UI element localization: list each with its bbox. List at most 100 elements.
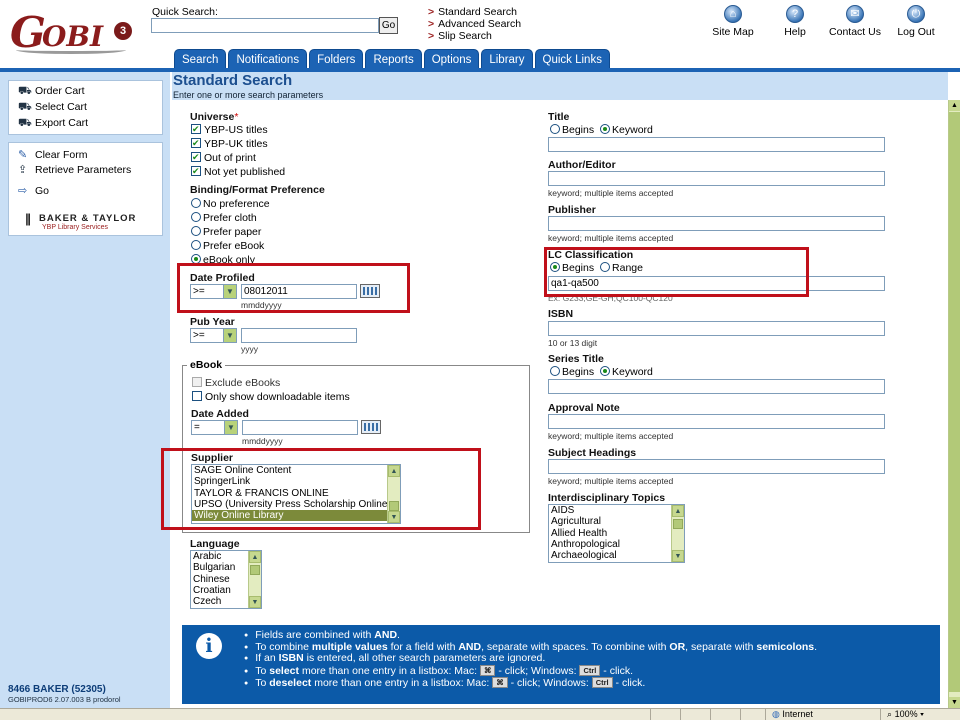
tab-library[interactable]: Library [481, 49, 533, 68]
scroll-down-icon[interactable]: ▼ [249, 596, 261, 608]
order-cart-link[interactable]: ⛟ Order Cart [9, 83, 162, 99]
date-added-operator[interactable]: = ▼ [191, 420, 238, 435]
series-title-input[interactable] [548, 379, 885, 394]
universe-ybp-uk[interactable]: YBP-UK titles [191, 136, 268, 151]
scroll-thumb[interactable] [949, 112, 960, 692]
universe-ybp-us[interactable]: YBP-US titles [191, 122, 268, 137]
listbox-scrollbar[interactable]: ▲ ▼ [248, 551, 261, 608]
tab-notifications[interactable]: Notifications [228, 49, 308, 68]
topic-option[interactable]: AIDS [549, 505, 684, 516]
radio[interactable] [191, 226, 201, 236]
date-added-input[interactable] [242, 420, 358, 435]
checkbox[interactable] [192, 391, 202, 401]
radio[interactable] [600, 366, 611, 376]
isbn-input[interactable] [548, 321, 885, 336]
advanced-search-link[interactable]: > Advanced Search [428, 18, 521, 30]
checkbox-label: Only show downloadable items [205, 391, 350, 403]
go-link[interactable]: ⇨ Go [9, 183, 162, 199]
scroll-down-icon[interactable]: ▼ [949, 697, 960, 708]
author-input[interactable] [548, 171, 885, 186]
subject-headings-hint: keyword; multiple items accepted [548, 476, 674, 486]
topic-option[interactable]: Archaeological [549, 550, 684, 561]
tab-quick-links[interactable]: Quick Links [534, 49, 610, 68]
checkbox[interactable] [191, 136, 201, 150]
scroll-thumb[interactable] [250, 565, 260, 575]
calendar-icon[interactable] [361, 420, 381, 434]
site-map-button[interactable]: ⌂ Site Map [698, 5, 768, 38]
slip-search-link[interactable]: > Slip Search [428, 30, 521, 42]
subject-headings-input[interactable] [548, 459, 885, 474]
item-label: Export Cart [35, 117, 89, 129]
page-scrollbar[interactable]: ▲ ▼ [948, 100, 960, 708]
select-cart-link[interactable]: ⛟ Select Cart [9, 99, 162, 115]
info-text: for a field with [387, 640, 459, 653]
clear-form-link[interactable]: ✎ Clear Form [9, 147, 162, 163]
zone-label: Internet [782, 709, 813, 719]
header: G OBI 3 Quick Search: Go > Standard Searc… [0, 0, 960, 68]
author-hint: keyword; multiple items accepted [548, 188, 674, 198]
tab-reports[interactable]: Reports [365, 49, 422, 68]
standard-search-link[interactable]: > Standard Search [428, 6, 521, 18]
binding-prefer-cloth[interactable]: Prefer cloth [191, 211, 257, 225]
title-input[interactable] [548, 137, 885, 152]
highlight-date-profiled [177, 263, 410, 313]
binding-prefer-paper[interactable]: Prefer paper [191, 225, 261, 239]
logo-swoosh [16, 46, 126, 54]
info-text: . [397, 629, 400, 641]
bt-logo-sub: YBP Library Services [42, 224, 109, 231]
radio[interactable] [191, 212, 201, 222]
tab-search[interactable]: Search [174, 49, 227, 68]
exclude-ebooks-option[interactable]: Exclude eBooks [192, 376, 280, 390]
universe-out-of-print[interactable]: Out of print [191, 150, 256, 165]
keyboard-key-icon: Ctrl [579, 664, 601, 676]
scroll-up-icon[interactable]: ▲ [949, 100, 960, 111]
tab-options[interactable]: Options [423, 49, 480, 68]
only-downloadable-option[interactable]: Only show downloadable items [192, 390, 350, 404]
log-out-button[interactable]: ⏻ Log Out [881, 5, 951, 38]
language-listbox[interactable]: Arabic Bulgarian Chinese Croatian Czech … [190, 550, 262, 609]
quick-search-input[interactable] [151, 18, 379, 33]
radio[interactable] [191, 198, 201, 208]
checkbox[interactable] [192, 377, 202, 387]
contact-us-button[interactable]: ✉ Contact Us [820, 5, 890, 38]
topic-option[interactable]: Allied Health [549, 528, 684, 539]
publisher-input[interactable] [548, 216, 885, 231]
retrieve-parameters-link[interactable]: ⇪ Retrieve Parameters [9, 162, 162, 178]
quick-search-go-button[interactable]: Go [379, 17, 398, 34]
radio[interactable] [550, 366, 560, 376]
checkbox[interactable] [191, 150, 201, 164]
subject-headings-label: Subject Headings [548, 447, 637, 459]
scroll-up-icon[interactable]: ▲ [249, 551, 261, 563]
info-text: ISBN [278, 652, 304, 665]
pub-year-operator[interactable]: >= ▼ [190, 328, 237, 343]
binding-prefer-ebook[interactable]: Prefer eBook [191, 239, 264, 253]
arrow-icon: > [428, 18, 435, 30]
pub-year-input[interactable] [241, 328, 357, 343]
status-segment [650, 709, 680, 720]
scroll-up-icon[interactable]: ▲ [672, 505, 684, 517]
approval-note-input[interactable] [548, 414, 885, 429]
radio[interactable] [191, 240, 201, 250]
checkbox[interactable] [191, 164, 201, 178]
scroll-down-icon[interactable]: ▼ [672, 550, 684, 562]
universe-not-yet-published[interactable]: Not yet published [191, 164, 285, 179]
listbox-scrollbar[interactable]: ▲ ▼ [671, 505, 684, 562]
ebook-legend: eBook [187, 359, 226, 371]
topic-option[interactable]: Anthropological [549, 539, 684, 550]
radio-label: No preference [203, 198, 270, 210]
radio[interactable] [600, 124, 611, 134]
tab-folders[interactable]: Folders [309, 49, 364, 68]
gobi-logo[interactable]: G OBI 3 [10, 8, 132, 57]
zoom-control[interactable]: ⌕ 100% ▾ [880, 709, 960, 720]
approval-note-label: Approval Note [548, 402, 620, 414]
globe-icon: ◍ [772, 709, 780, 719]
topics-listbox[interactable]: AIDS Agricultural Allied Health Anthropo… [548, 504, 685, 563]
checkbox[interactable] [191, 122, 201, 136]
topic-option[interactable]: Agricultural [549, 516, 684, 527]
radio[interactable] [550, 124, 560, 134]
export-cart-link[interactable]: ⛟ Export Cart [9, 115, 162, 131]
binding-no-preference[interactable]: No preference [191, 197, 270, 211]
info-line: To deselect more than one entry in a lis… [244, 677, 817, 690]
page-subtitle: Enter one or more search parameters [173, 90, 324, 100]
scroll-thumb[interactable] [673, 519, 683, 529]
